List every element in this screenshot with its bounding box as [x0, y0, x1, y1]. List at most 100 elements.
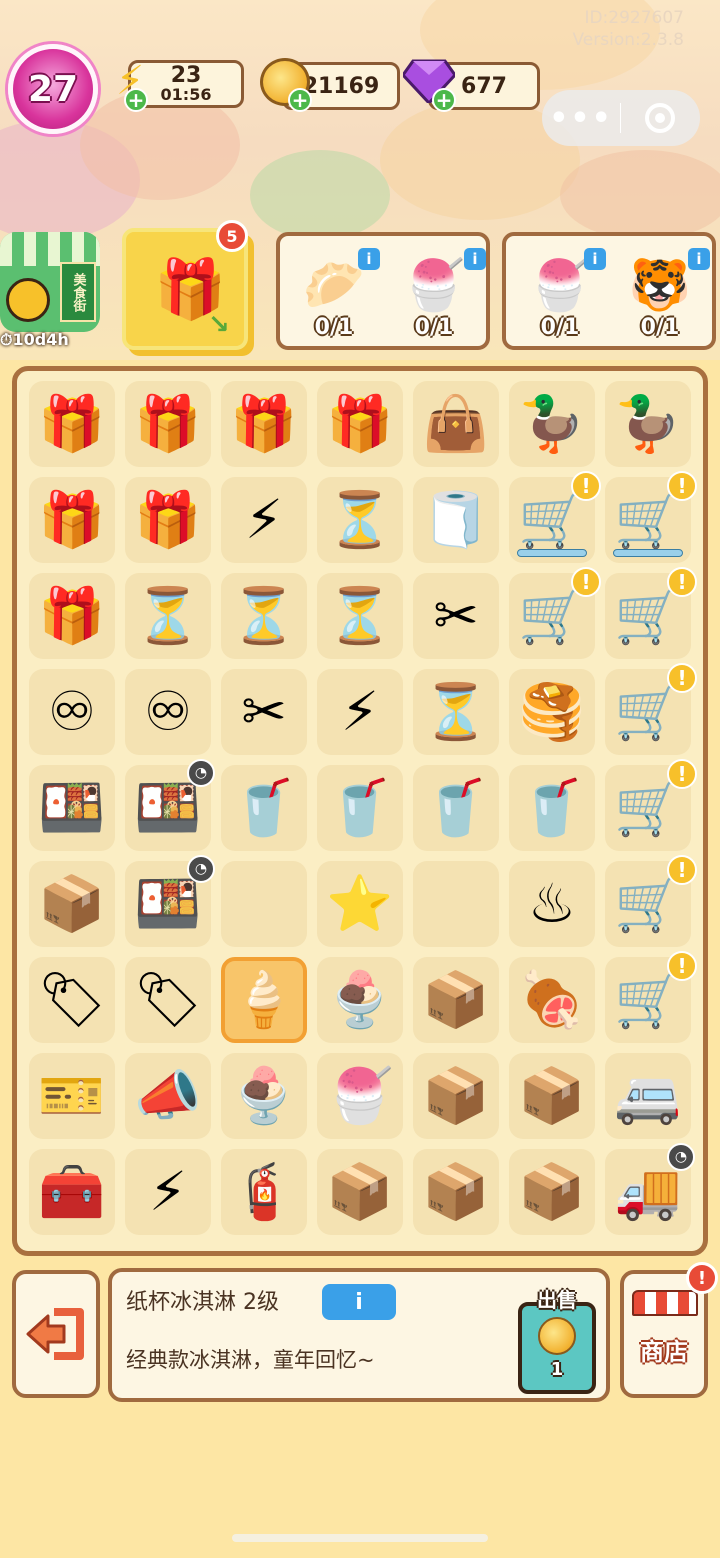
hourglass-icon[interactable]: ⏳ [125, 573, 211, 659]
progress-bar [517, 549, 587, 557]
alert-icon: ! [667, 567, 697, 597]
infinity-icon[interactable]: ♾ [29, 669, 115, 755]
food-cart-icon[interactable]: 🛒! [605, 567, 697, 659]
bag-icon[interactable]: 👜 [413, 381, 499, 467]
energy-orb-icon[interactable]: ⚡ [317, 669, 403, 755]
order-card-2[interactable]: 🍧 0/1 🐯 0/1 i i [502, 232, 716, 350]
yogurt-icon[interactable]: 🍨 [221, 1053, 307, 1139]
drink-cup-icon[interactable]: 🥤 [509, 765, 595, 851]
poster-icon[interactable]: 🏷 [125, 957, 211, 1043]
box-cart-icon[interactable]: 📦 [509, 1053, 595, 1139]
arrow-icon: ↘ [208, 310, 230, 340]
order-card-1[interactable]: 🥟 0/1 🍧 0/1 i i [276, 232, 490, 350]
gift-box-icon[interactable]: 🎁 [317, 381, 403, 467]
scissors-icon[interactable]: ✂ [413, 573, 499, 659]
gift-box-icon[interactable]: 🎁 [125, 381, 211, 467]
add-gems-button[interactable]: + [432, 88, 456, 112]
drink-cup-icon[interactable]: 🥤 [413, 765, 499, 851]
hourglass-icon[interactable]: ⏳ [221, 573, 307, 659]
more-menu-icon[interactable]: ••• [542, 101, 620, 136]
event-timer: ⏱10d4h [0, 330, 69, 349]
clock-icon: ◔ [667, 1143, 695, 1171]
sell-button[interactable]: 1 出售 [518, 1284, 596, 1394]
gift-box-icon[interactable]: 🎁 [221, 381, 307, 467]
item-info-button[interactable]: i [322, 1284, 396, 1320]
alert-icon: ! [571, 471, 601, 501]
add-coins-button[interactable]: + [288, 88, 312, 112]
dough-icon: 🥟 [302, 256, 366, 314]
shaved-ice-icon[interactable]: 🍧 [317, 1053, 403, 1139]
bbq-cart-icon[interactable]: 🛒! [509, 471, 601, 563]
drink-cup-icon[interactable]: 🥤 [317, 765, 403, 851]
duck-mascot-icon[interactable]: 🦆 [509, 381, 595, 467]
energy-orb-icon[interactable]: ⚡ [221, 477, 307, 563]
info-icon[interactable]: i [688, 248, 710, 270]
level-badge[interactable]: 27 [8, 44, 98, 134]
close-program-icon[interactable] [621, 103, 699, 133]
empty-cell[interactable] [221, 861, 307, 947]
box-cart-icon[interactable]: 📦 [413, 1053, 499, 1139]
item-title: 纸杯冰淇淋 2级 [126, 1290, 279, 1315]
gift-box-icon[interactable]: 🎁 [29, 381, 115, 467]
shop-awning-icon [632, 1290, 698, 1316]
drink-cup-icon[interactable]: 🥤 [221, 765, 307, 851]
napkin-icon[interactable]: 🧻 [413, 477, 499, 563]
box-cart-icon[interactable]: 📦 [413, 1149, 499, 1235]
bbq-cart-icon[interactable]: 🛒! [605, 759, 697, 851]
exit-button[interactable] [12, 1270, 100, 1398]
tiger-customer-icon: 🐯 [628, 256, 692, 314]
info-icon[interactable]: i [584, 248, 606, 270]
sell-price: 1 [550, 1358, 564, 1380]
shaved-ice-icon: 🍧 [528, 256, 592, 314]
mini-program-capsule: ••• [542, 90, 700, 146]
hourglass-icon[interactable]: ⏳ [317, 573, 403, 659]
truck-icon[interactable]: 🚚 ◔ [605, 1143, 695, 1235]
duck-mascot-icon[interactable]: 🦆 [605, 381, 691, 467]
bbq-cart-icon[interactable]: 🛒! [605, 951, 697, 1043]
food-truck-icon[interactable]: 🚐 [605, 1053, 691, 1139]
megaphone-icon[interactable]: 📣 [125, 1053, 211, 1139]
lunchbox-icon[interactable]: 🍱 ◔ [125, 855, 215, 947]
box-cart-icon[interactable]: 📦 [413, 957, 499, 1043]
box-cart-icon[interactable]: 📦 [509, 1149, 595, 1235]
coin-icon [538, 1316, 576, 1355]
poster-icon[interactable]: 🏷 [29, 957, 115, 1043]
player-id: ID:2927607 [584, 8, 684, 28]
lunchbox-icon[interactable]: 🍱 ◔ [125, 759, 215, 851]
grill-icon[interactable]: ♨ [509, 861, 595, 947]
progress-bar [613, 549, 683, 557]
bbq-cart-icon[interactable]: 🛒! [509, 567, 601, 659]
info-icon[interactable]: i [464, 248, 486, 270]
lunchbox-icon[interactable]: 🍱 [29, 765, 115, 851]
add-energy-button[interactable]: + [124, 88, 148, 112]
box-cart-icon[interactable]: 📦 [317, 1149, 403, 1235]
energy-orb-icon[interactable]: ⚡ [125, 1149, 211, 1235]
toolbox-icon[interactable]: 🧰 [29, 1149, 115, 1235]
hourglass-icon[interactable]: ⏳ [413, 669, 499, 755]
alert-icon: ! [667, 471, 697, 501]
hourglass-icon[interactable]: ⏳ [317, 477, 403, 563]
gift-box-icon[interactable]: 🎁 [29, 477, 115, 563]
infinity-icon[interactable]: ♾ [125, 669, 211, 755]
bbq-cart-icon[interactable]: 🛒! [605, 855, 697, 947]
ticket-icon[interactable]: 🎫 [29, 1053, 115, 1139]
starfish-icon[interactable]: ⭐ [317, 861, 403, 947]
alert-icon: ! [667, 951, 697, 981]
info-icon[interactable]: i [358, 248, 380, 270]
food-cart-icon[interactable]: 🛒! [605, 663, 697, 755]
home-indicator[interactable] [232, 1534, 488, 1542]
gas-tank-icon[interactable]: 🧯 [221, 1149, 307, 1235]
scissors-icon[interactable]: ✂ [221, 669, 307, 755]
pancake-basket-icon[interactable]: 🥞 [509, 669, 595, 755]
energy-timer: 01:56 [160, 85, 212, 105]
gift-box-icon[interactable]: 🎁 [29, 573, 115, 659]
shop-button[interactable]: 商店 ! [620, 1262, 718, 1398]
sundae-icon[interactable]: 🍨 [317, 957, 403, 1043]
food-cart-icon[interactable]: 🛒! [605, 471, 697, 563]
grill-meat-icon[interactable]: 🍖 [509, 957, 595, 1043]
merge-board: 🎁 🎁 🎁 🎁 👜 🦆 🦆 🎁 🎁 ⚡ ⏳ 🧻 🛒! 🛒! 🎁 ⏳ ⏳ ⏳ ✂ 🛒! 🛒! ♾ ♾ ✂ ⚡ ⏳ 🥞 🛒! 🍱 🍱 ◔ 🥤 🥤 🥤 🥤… [12, 366, 708, 1256]
ice-cream-cup-icon[interactable]: 🍦 [221, 957, 307, 1043]
lunchbox-icon[interactable]: 📦 [29, 861, 115, 947]
gift-box-icon[interactable]: 🎁 [125, 477, 211, 563]
empty-cell[interactable] [413, 861, 499, 947]
